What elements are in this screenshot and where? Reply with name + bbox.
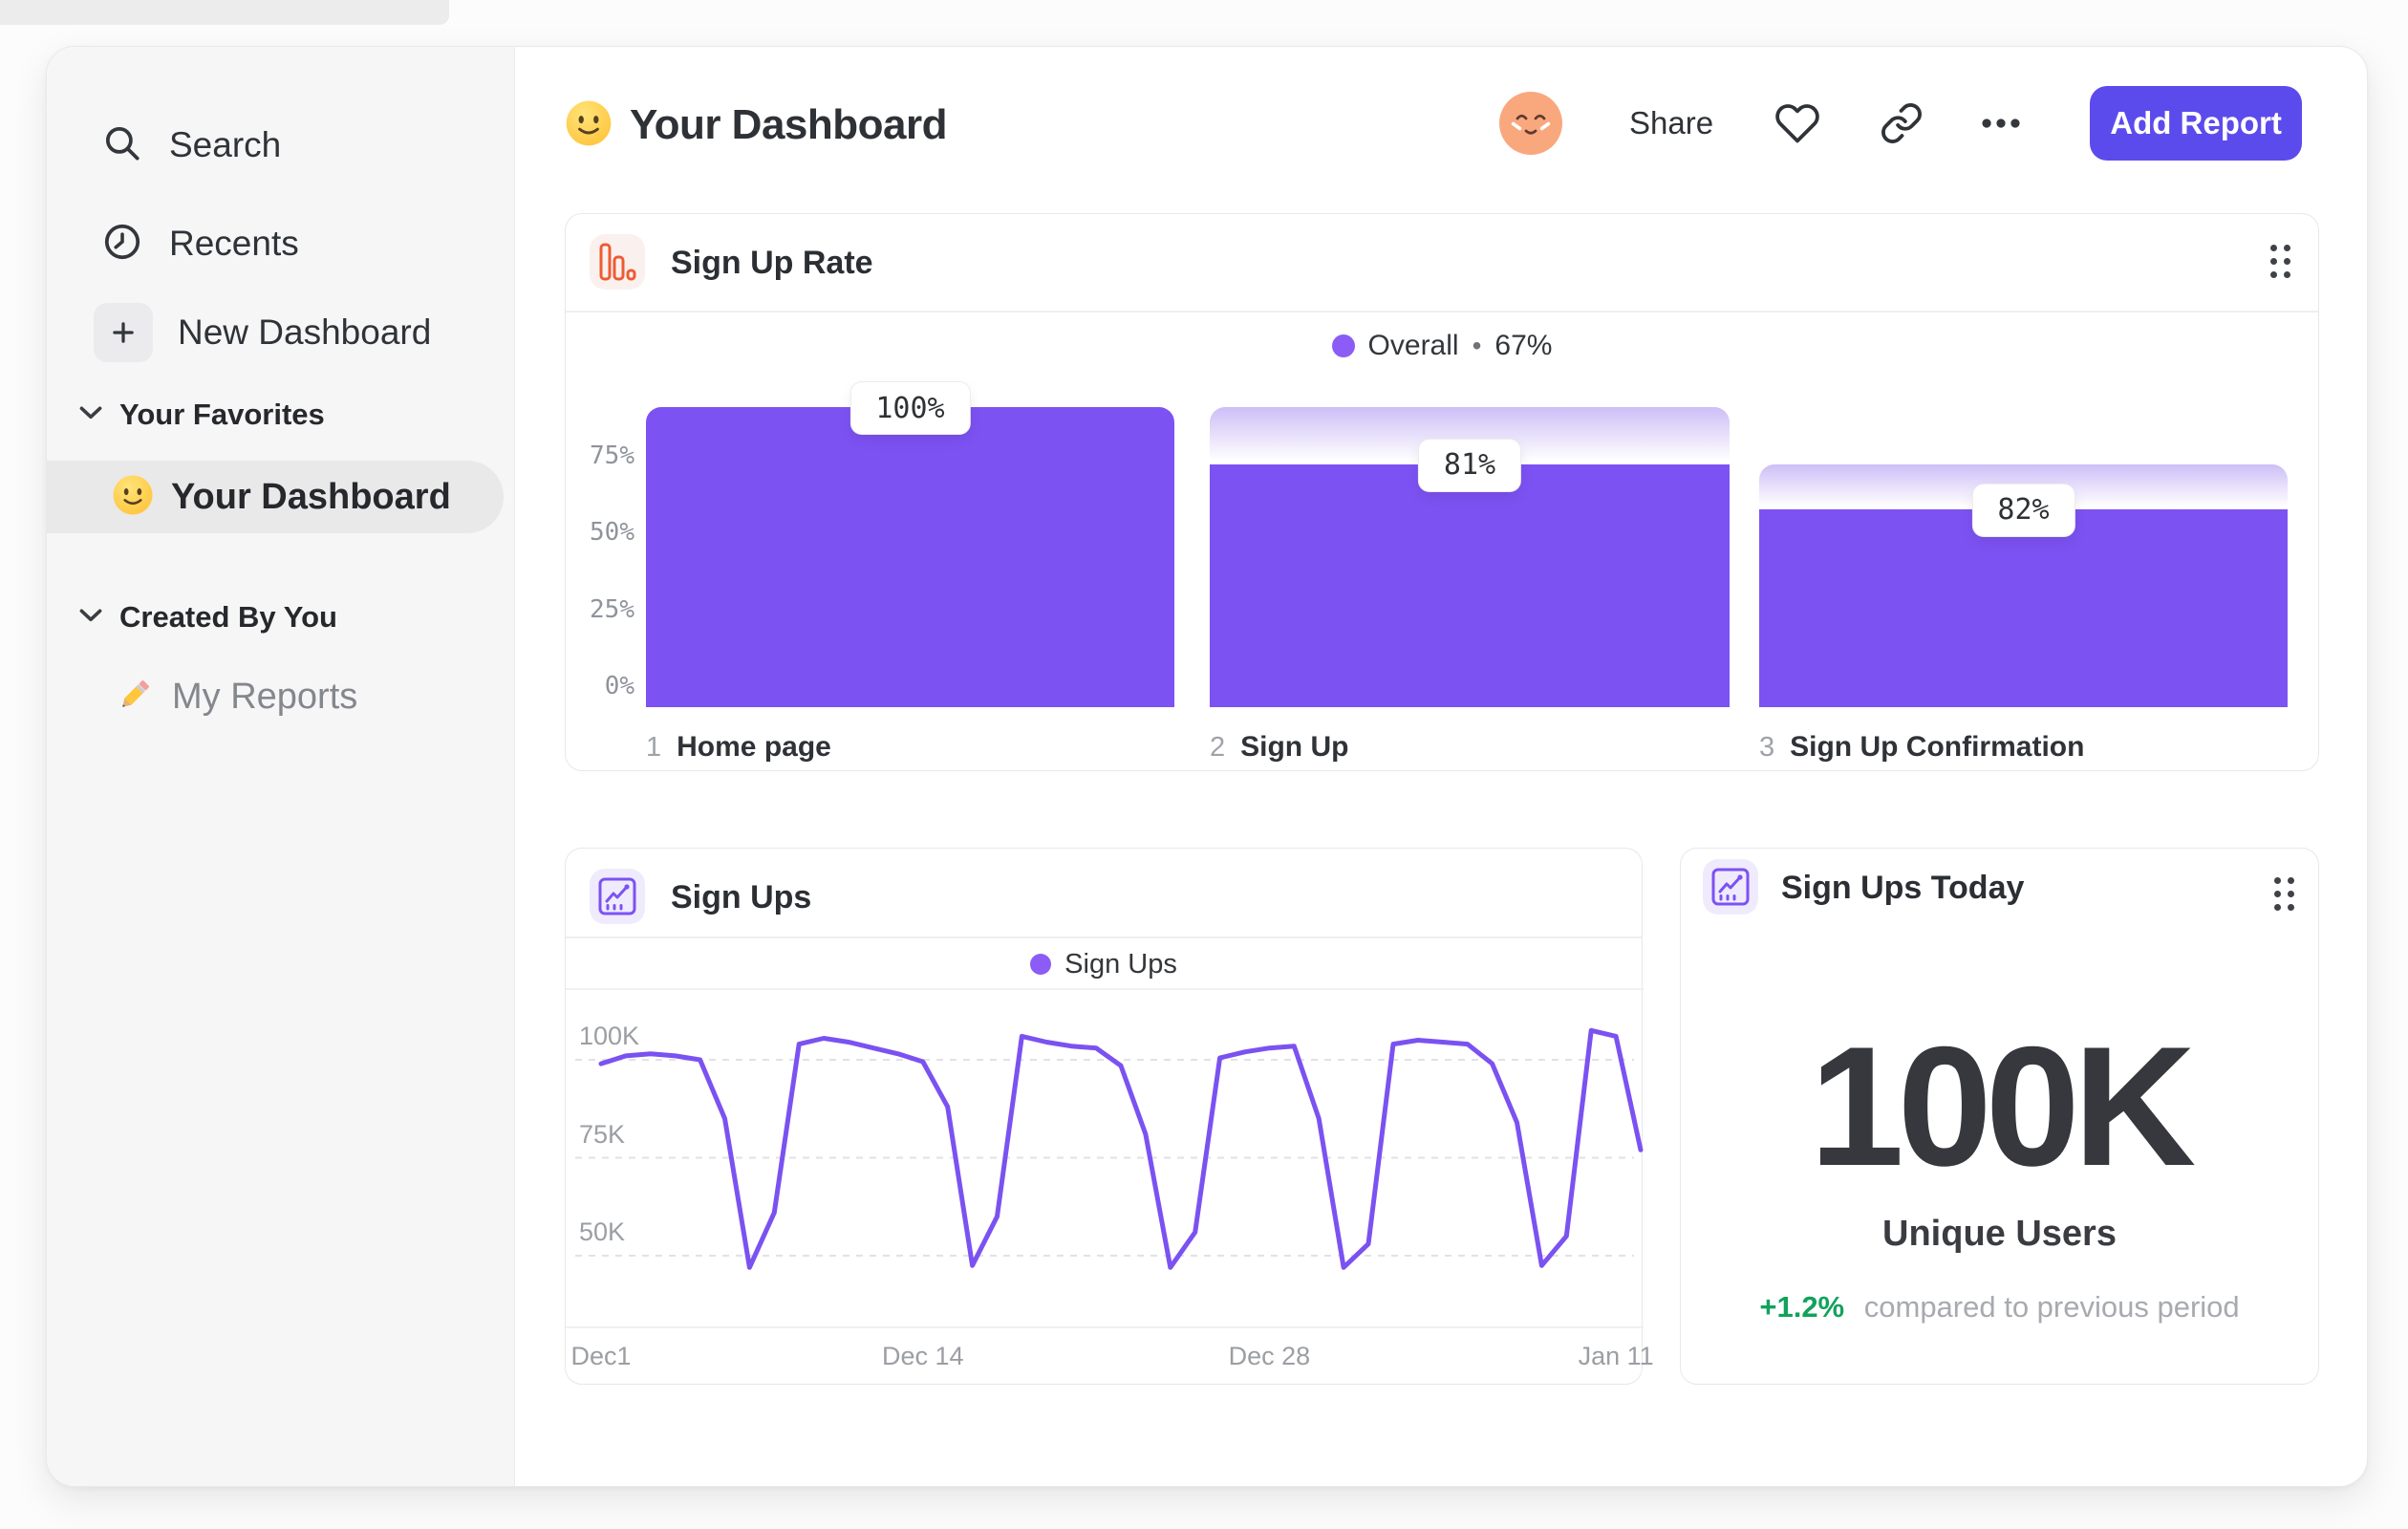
metric-value: 100K <box>1809 1011 2197 1201</box>
line-chart-icon <box>1703 859 1758 915</box>
smiley-emoji <box>112 474 154 521</box>
sidebar-item-label: Search <box>169 125 282 164</box>
heart-icon[interactable] <box>1774 100 1820 146</box>
sidebar-section-title: Your Favorites <box>119 398 325 431</box>
chevron-down-icon <box>79 405 102 424</box>
funnel-y-tick: 50% <box>590 518 634 548</box>
sidebar-item-label: My Reports <box>172 676 358 717</box>
smiley-emoji <box>565 99 613 152</box>
line-x-tick: Dec1 <box>570 1342 632 1370</box>
sidebar-item-my-reports[interactable]: My Reports <box>113 670 357 723</box>
sidebar-item-label: New Dashboard <box>178 312 432 352</box>
sidebar-item-your-dashboard-selected[interactable]: Your Dashboard <box>47 461 504 533</box>
pencil-emoji <box>113 673 157 721</box>
avatar[interactable] <box>1499 92 1562 155</box>
funnel-step-label: 1 Home page <box>646 731 831 763</box>
sidebar-item-label: Your Dashboard <box>171 476 451 517</box>
add-report-button[interactable]: Add Report <box>2090 86 2303 161</box>
plus-icon <box>94 303 153 362</box>
card-title: Sign Ups Today <box>1781 870 2025 906</box>
signups-series-line <box>598 1027 1644 1270</box>
app-panel: Search Recents New Dashboard Your Favori… <box>46 46 2368 1487</box>
link-icon[interactable] <box>1880 101 1924 145</box>
ellipsis-icon[interactable] <box>1979 117 2023 130</box>
sidebar-section-your-favorites[interactable]: Your Favorites <box>79 396 325 434</box>
signups-line-chart <box>566 988 1644 1328</box>
funnel-y-tick: 75% <box>590 441 634 471</box>
signups-chart-card: Sign Ups Sign Ups 100K 75K 50K Dec1 Dec 14 De… <box>565 848 1654 1385</box>
window-chrome-strip <box>0 0 449 25</box>
delta-value: +1.2% <box>1759 1290 1845 1324</box>
funnel-step-label: 3 Sign Up Confirmation <box>1759 731 2085 763</box>
sidebar-item-new-dashboard[interactable]: New Dashboard <box>94 303 431 362</box>
drag-handle-icon[interactable] <box>2274 877 2295 912</box>
sidebar-item-label: Recents <box>169 224 299 263</box>
signups-today-card: Sign Ups Today 100K Unique Users +1.2% c… <box>1680 848 2319 1385</box>
line-x-tick: Dec 28 <box>1228 1342 1311 1370</box>
share-button[interactable]: Share <box>1629 105 1713 141</box>
funnel-bar-sign-up-confirmation <box>1759 508 2288 707</box>
funnel-y-tick: 25% <box>590 594 634 624</box>
signup-rate-card: Sign Up Rate Overall • 67% 75% 50% 25% 0% 10… <box>565 213 2319 771</box>
delta-note: compared to previous period <box>1863 1290 2240 1324</box>
page-title-row: Your Dashboard <box>565 97 948 154</box>
page-title: Your Dashboard <box>630 101 948 148</box>
header-actions: Share Add Report <box>1499 85 2303 162</box>
funnel-step-label: 2 Sign Up <box>1210 731 1349 763</box>
funnel-area: 75% 50% 25% 0% 100% 1 Home page 81% 2 Sign Up 82% 3… <box>566 214 2318 770</box>
sidebar-item-recents[interactable]: Recents <box>100 217 299 270</box>
funnel-bar-home-page <box>646 407 1174 707</box>
funnel-value-badge: 82% <box>1971 483 2075 537</box>
sidebar-item-search[interactable]: Search <box>100 118 281 172</box>
line-plot-area: 100K 75K 50K Dec1 Dec 14 Dec 28 Jan 11 <box>566 849 1654 1384</box>
sidebar-section-created-by-you[interactable]: Created By You <box>79 598 337 636</box>
clock-icon <box>100 220 144 269</box>
chevron-down-icon <box>79 608 102 627</box>
sidebar: Search Recents New Dashboard Your Favori… <box>47 47 515 1486</box>
metric-label: Unique Users <box>1882 1214 2117 1254</box>
funnel-y-tick: 0% <box>604 672 634 700</box>
line-x-tick: Jan 11 <box>1578 1342 1654 1370</box>
search-icon <box>100 121 144 170</box>
line-x-tick: Dec 14 <box>881 1342 964 1370</box>
funnel-value-badge: 81% <box>1417 438 1522 492</box>
screen: Search Recents New Dashboard Your Favori… <box>0 0 2408 1529</box>
funnel-value-badge: 100% <box>849 381 971 435</box>
sidebar-section-title: Created By You <box>119 600 337 634</box>
funnel-bar-sign-up <box>1210 463 1730 707</box>
metric-delta-row: +1.2% compared to previous period <box>1681 1290 2318 1324</box>
